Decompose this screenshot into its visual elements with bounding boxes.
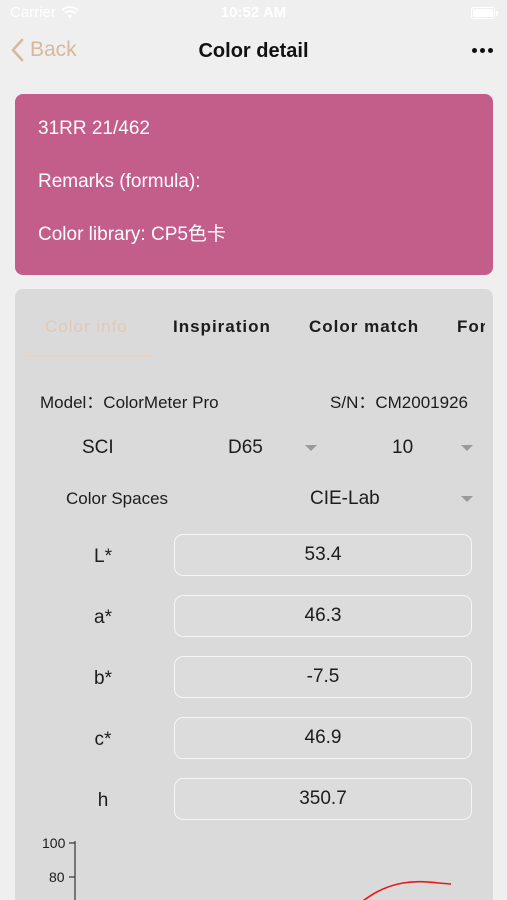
color-swatch-card: 31RR 21/462 Remarks (formula): Color lib… [15,94,493,275]
field-label-a: a* [94,607,112,628]
observer-dropdown-icon[interactable] [461,445,473,451]
illuminant-dropdown-icon[interactable] [305,445,317,451]
color-remarks: Remarks (formula): [38,171,201,192]
color-spaces-label: Color Spaces [66,489,169,508]
field-label-h: h [97,790,109,811]
battery-icon [471,7,495,19]
spectral-chart: 100 80 [15,829,493,900]
more-dot [480,48,485,53]
mode-select[interactable]: SCI [82,437,114,459]
chart-plot-area [69,841,452,900]
more-options-icon[interactable] [472,48,493,53]
tab-color-info[interactable]: Color info [45,317,128,337]
active-tab-indicator [25,355,153,357]
status-bar: Carrier 10:52 AM [0,0,507,30]
field-value-c[interactable]: 46.9 [174,717,472,759]
field-label-c: c* [94,729,112,750]
nav-bar: Back Color detail [0,30,507,76]
color-space-dropdown-icon[interactable] [461,496,473,502]
reflectance-curve [362,880,452,900]
field-value-a[interactable]: 46.3 [174,595,472,637]
page-title: Color detail [198,40,309,62]
more-dot [488,48,493,53]
color-space-select[interactable]: CIE-Lab [310,488,380,510]
field-label-b: b* [94,668,112,689]
tab-inspiration[interactable]: Inspiration [173,317,271,337]
more-dot [472,48,477,53]
tab-formula[interactable]: Formula [457,317,485,337]
field-value-h[interactable]: 350.7 [174,778,472,820]
color-code: 31RR 21/462 [38,118,150,139]
illuminant-select[interactable]: D65 [228,437,263,459]
field-label-l: L* [94,546,112,567]
device-serial: S/N：CM2001926 [330,393,468,412]
tab-color-match[interactable]: Color match [309,317,419,337]
detail-panel: Color info Inspiration Color match Formu… [15,289,493,900]
tab-bar: Color info Inspiration Color match Formu… [25,317,485,357]
color-library: Color library: CP5色卡 [38,224,226,245]
status-time: 10:52 AM [220,4,287,21]
field-value-l[interactable]: 53.4 [174,534,472,576]
device-model: Model：ColorMeter Pro [40,393,219,412]
field-value-b[interactable]: -7.5 [174,656,472,698]
observer-select[interactable]: 10 [392,437,413,459]
battery-tip [496,11,498,16]
